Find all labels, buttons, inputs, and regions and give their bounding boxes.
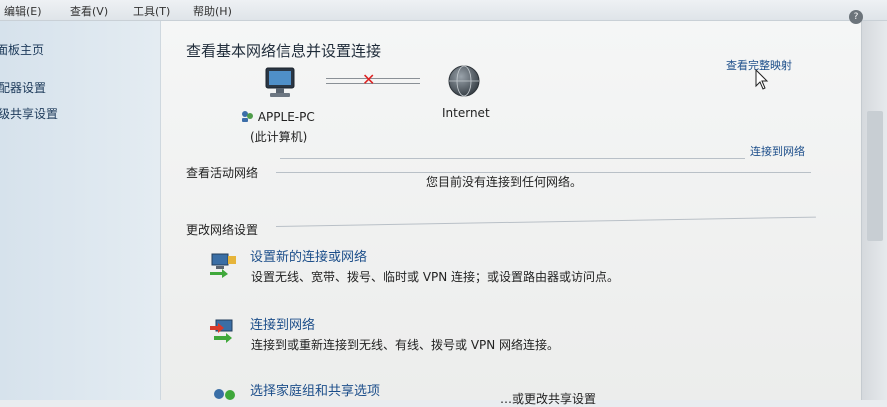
new-connection-icon <box>210 253 236 278</box>
disconnected-x-icon: ✕ <box>362 70 376 89</box>
divider-active-network <box>280 158 745 159</box>
scrollbar-thumb[interactable] <box>867 111 883 241</box>
computer-name-label: APPLE-PC <box>257 110 315 124</box>
active-networks-heading: 查看活动网络 <box>186 166 259 180</box>
vertical-scrollbar[interactable] <box>861 21 887 400</box>
help-icon[interactable]: ? <box>849 10 863 24</box>
connect-to-network-link[interactable]: 连接到网络 <box>750 143 805 159</box>
connect-network-icon <box>210 319 233 343</box>
homegroup-icon <box>214 389 235 400</box>
sidebar: 面板主页 配器设置 级共享设置 <box>0 21 161 400</box>
internet-globe-icon <box>448 65 480 97</box>
computer-icon <box>265 67 295 97</box>
mouse-cursor-icon <box>755 69 769 90</box>
task-homegroup-desc: …或更改共享设置 <box>500 392 597 406</box>
user-network-icon <box>242 111 253 122</box>
not-connected-message: 您目前没有连接到任何网络。 <box>426 175 583 189</box>
menu-edit[interactable]: 编辑(E) <box>4 3 42 19</box>
task-connect-to-network-desc: 连接到或重新连接到无线、有线、拨号或 VPN 网络连接。 <box>251 338 560 352</box>
sidebar-item-control-panel-home[interactable]: 面板主页 <box>0 41 44 58</box>
task-setup-new-connection-link[interactable]: 设置新的连接或网络 <box>250 246 367 265</box>
computer-name: APPLE-PC <box>240 109 315 124</box>
page-title: 查看基本网络信息并设置连接 <box>186 42 382 60</box>
task-setup-new-connection-desc: 设置无线、宽带、拨号、临时或 VPN 连接；或设置路由器或访问点。 <box>251 270 620 284</box>
menu-view[interactable]: 查看(V) <box>70 3 108 19</box>
task-connect-to-network-link[interactable]: 连接到网络 <box>250 314 315 333</box>
menu-help[interactable]: 帮助(H) <box>193 3 232 19</box>
task-homegroup-link[interactable]: 选择家庭组和共享选项 <box>250 380 380 399</box>
computer-name-sub: (此计算机) <box>250 130 308 144</box>
sidebar-item-advanced-sharing[interactable]: 级共享设置 <box>0 105 58 122</box>
menu-bar: 编辑(E) 查看(V) 工具(T) 帮助(H) <box>0 0 887 21</box>
menu-tools[interactable]: 工具(T) <box>133 3 170 19</box>
internet-label: Internet <box>442 106 490 120</box>
change-network-settings-heading: 更改网络设置 <box>186 223 259 237</box>
sidebar-item-adapter-settings[interactable]: 配器设置 <box>0 79 46 96</box>
